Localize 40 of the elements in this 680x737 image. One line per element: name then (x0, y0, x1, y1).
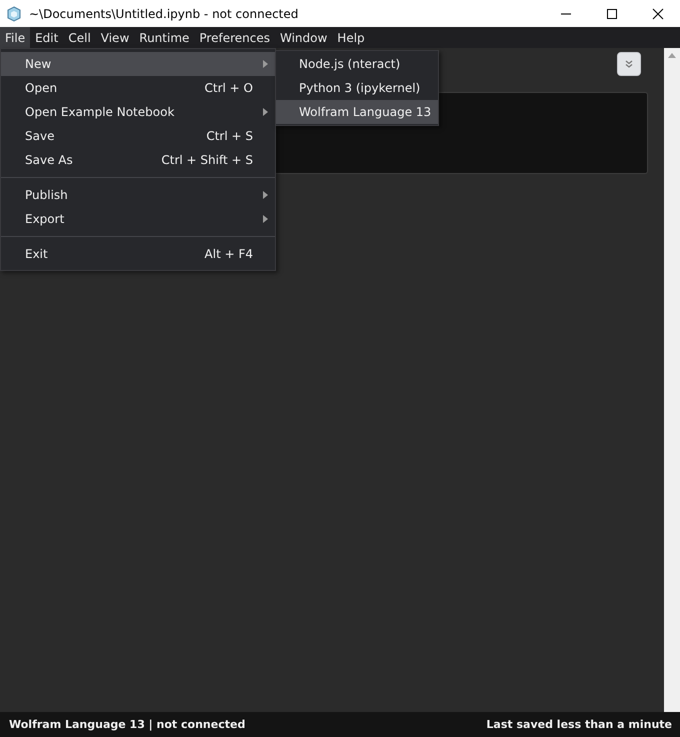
status-saved: Last saved less than a minute (486, 718, 672, 731)
menu-entry-label: New (25, 57, 52, 71)
menu-entry[interactable]: Save As Ctrl + Shift + S (1, 148, 275, 172)
maximize-icon[interactable] (606, 8, 618, 20)
menu-entry-label: Open (25, 81, 58, 95)
menu-item[interactable]: Cell (63, 27, 96, 48)
menu-item[interactable]: View (96, 27, 134, 48)
scrollbar[interactable] (664, 48, 680, 712)
collapse-button[interactable] (617, 52, 641, 76)
menu-entry[interactable]: Python 3 (ipykernel) (276, 76, 438, 100)
double-chevron-icon (625, 60, 633, 68)
menu-entry-label: Export (25, 212, 64, 226)
menu-item[interactable]: Edit (30, 27, 64, 48)
window-title: ~\Documents\Untitled.ipynb - not connected (29, 6, 298, 20)
menu-entry[interactable]: Open Example Notebook (1, 100, 275, 124)
menu-entry-label: Publish (25, 188, 68, 202)
status-kernel: Wolfram Language 13 | not connected (9, 718, 246, 731)
shortcut-text: Alt + F4 (204, 247, 253, 261)
close-icon[interactable] (652, 8, 664, 20)
shortcut-text: Ctrl + O (204, 81, 253, 95)
menu-entry[interactable]: Save Ctrl + S (1, 124, 275, 148)
menu-entry[interactable]: New (1, 52, 275, 76)
menu-entry-label: Exit (25, 247, 48, 261)
menu-item[interactable]: Runtime (134, 27, 194, 48)
shortcut-text: Ctrl + S (206, 129, 253, 143)
menu-entry[interactable]: Publish (1, 183, 275, 207)
menu-item[interactable]: Help (332, 27, 370, 48)
menu-entry[interactable]: Open Ctrl + O (1, 76, 275, 100)
menu-entry-label: Save (25, 129, 54, 143)
menu-item[interactable]: Preferences (194, 27, 275, 48)
menu-entry[interactable]: Export (1, 207, 275, 231)
app-icon (7, 6, 21, 22)
menu-entry[interactable]: Node.js (nteract) (276, 52, 438, 76)
menu-entry-label: Open Example Notebook (25, 105, 174, 119)
menu-entry-label: Save As (25, 153, 73, 167)
menu-entry[interactable]: Wolfram Language 13 (276, 100, 438, 124)
menu-item[interactable]: File (0, 27, 30, 48)
shortcut-text: Ctrl + Shift + S (161, 153, 253, 167)
menu-entry[interactable]: Exit Alt + F4 (1, 242, 275, 266)
menu-item[interactable]: Window (274, 27, 332, 48)
